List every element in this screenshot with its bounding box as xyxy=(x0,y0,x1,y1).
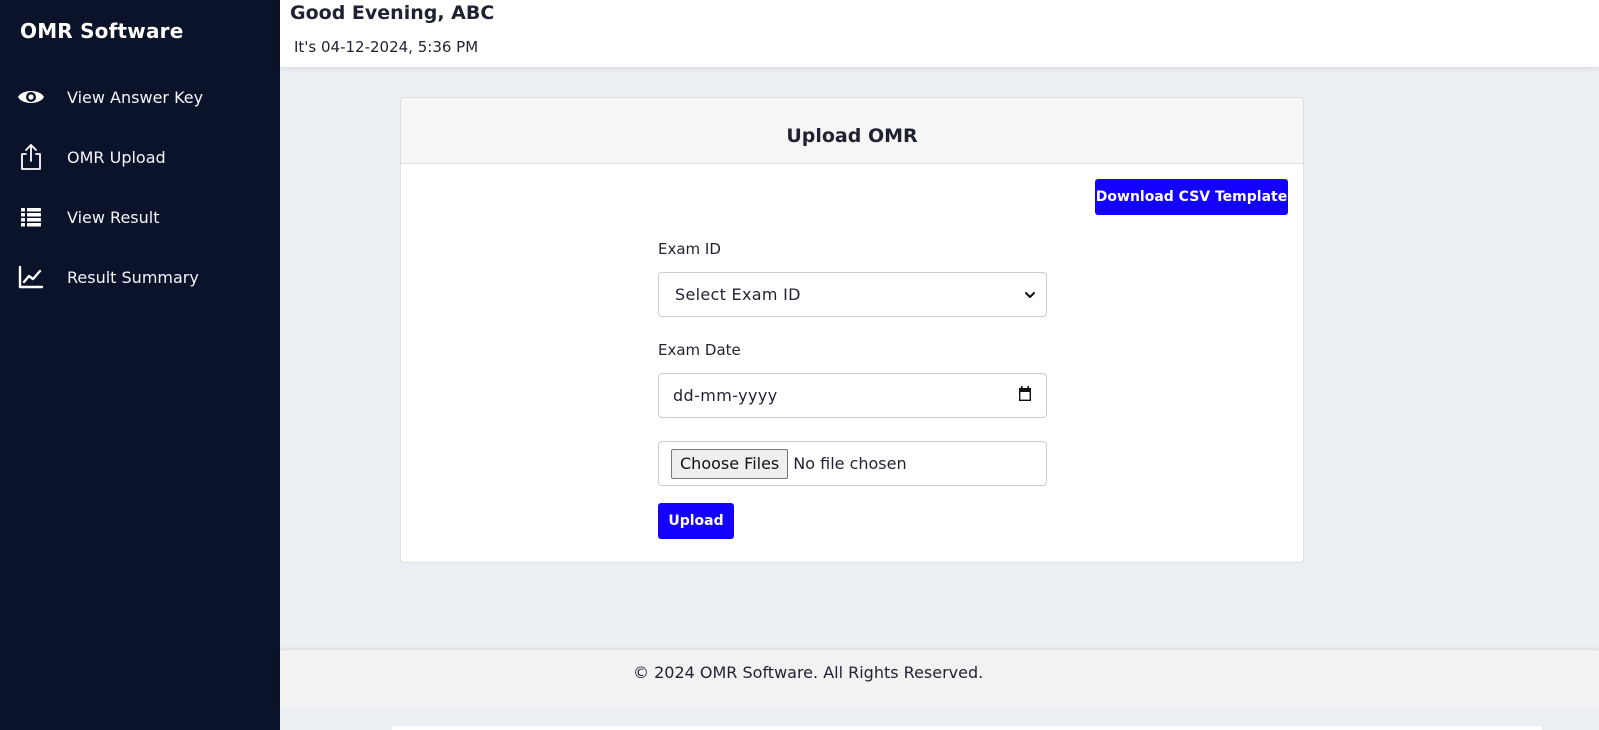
exam-date-value: dd-mm-yyyy xyxy=(673,386,778,405)
upload-button[interactable]: Upload xyxy=(658,503,734,539)
bottom-scrollbar[interactable] xyxy=(392,726,1542,730)
datetime-text: It's 04-12-2024, 5:36 PM xyxy=(294,38,479,56)
greeting-text: Good Evening, ABC xyxy=(290,2,495,24)
eye-icon xyxy=(17,83,45,111)
sidebar-item-result-summary[interactable]: Result Summary xyxy=(0,255,280,299)
card-header: Upload OMR xyxy=(401,98,1303,164)
upload-icon xyxy=(17,143,45,171)
exam-id-selected-value: Select Exam ID xyxy=(675,285,801,304)
card-title: Upload OMR xyxy=(786,124,918,147)
footer-copyright: © 2024 OMR Software. All Rights Reserved… xyxy=(633,663,984,682)
exam-date-input[interactable]: dd-mm-yyyy xyxy=(658,373,1047,418)
chevron-down-icon xyxy=(1024,285,1036,304)
sidebar-item-label: View Result xyxy=(67,207,160,227)
sidebar-item-view-result[interactable]: View Result xyxy=(0,195,280,239)
brand-title: OMR Software xyxy=(20,19,184,43)
sidebar-item-omr-upload[interactable]: OMR Upload xyxy=(0,135,280,179)
footer: © 2024 OMR Software. All Rights Reserved… xyxy=(280,649,1599,708)
sidebar-item-view-answer-key[interactable]: View Answer Key xyxy=(0,75,280,119)
top-header: Good Evening, ABC It's 04-12-2024, 5:36 … xyxy=(280,0,1599,67)
sidebar-item-label: Result Summary xyxy=(67,267,199,287)
download-csv-template-button[interactable]: Download CSV Template xyxy=(1095,179,1288,215)
sidebar-item-label: OMR Upload xyxy=(67,147,166,167)
file-input[interactable]: Choose Files No file chosen xyxy=(658,441,1047,486)
sidebar-item-label: View Answer Key xyxy=(67,87,204,107)
file-status-text: No file chosen xyxy=(793,454,907,473)
sidebar: OMR Software View Answer Key OMR Upload xyxy=(0,0,280,730)
calendar-icon[interactable] xyxy=(1018,385,1032,406)
exam-id-select[interactable]: Select Exam ID xyxy=(658,272,1047,317)
list-icon xyxy=(17,203,45,231)
upload-omr-card: Upload OMR Download CSV Template Exam ID… xyxy=(400,97,1304,563)
exam-id-label: Exam ID xyxy=(658,240,721,258)
exam-date-label: Exam Date xyxy=(658,341,741,359)
chart-line-icon xyxy=(17,263,45,291)
choose-files-button[interactable]: Choose Files xyxy=(671,448,789,479)
